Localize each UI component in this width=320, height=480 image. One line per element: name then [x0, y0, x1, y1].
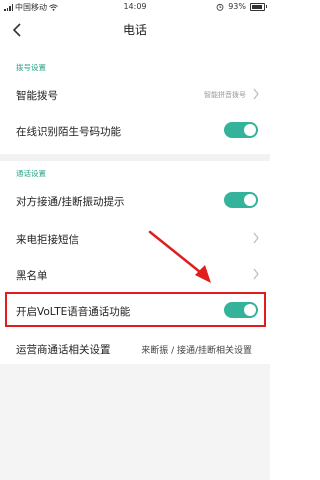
- row-smart-dial[interactable]: 智能拨号 智能拼音拨号: [0, 75, 270, 113]
- divider: [0, 154, 270, 161]
- section-header-dial: 拨号设置: [16, 63, 46, 72]
- row-label: 运营商通话相关设置: [16, 344, 111, 356]
- status-right: 93%: [216, 2, 267, 11]
- row-label: 黑名单: [16, 270, 48, 282]
- row-label: 对方接通/挂断振动提示: [16, 196, 125, 208]
- highlight-box: [5, 292, 266, 327]
- toggle-knob: [244, 124, 256, 136]
- alarm-icon: [216, 3, 224, 11]
- row-label: 在线识别陌生号码功能: [16, 126, 121, 138]
- row-label: 来电拒接短信: [16, 234, 79, 246]
- title-bar: 电话: [0, 14, 270, 46]
- chevron-right-icon: [253, 268, 259, 280]
- vibrate-toggle[interactable]: [224, 192, 258, 208]
- online-id-toggle[interactable]: [224, 122, 258, 138]
- row-value: 智能拼音拨号: [204, 91, 246, 99]
- row-value: 来断振 / 接通/挂断相关设置: [141, 346, 252, 356]
- section-header-call: 通话设置: [16, 169, 46, 178]
- battery-icon: [250, 2, 267, 11]
- page-title: 电话: [122, 23, 147, 37]
- battery-percent: 93%: [228, 2, 246, 11]
- row-carrier-settings[interactable]: 运营商通话相关设置 来断振 / 接通/挂断相关设置: [0, 329, 270, 367]
- row-label: 智能拨号: [16, 90, 58, 102]
- row-online-id: 在线识别陌生号码功能: [0, 111, 270, 149]
- toggle-knob: [244, 194, 256, 206]
- row-blacklist[interactable]: 黑名单: [0, 255, 270, 293]
- row-vibrate: 对方接通/挂断振动提示: [0, 181, 270, 219]
- chevron-right-icon: [253, 88, 259, 100]
- row-reject-sms[interactable]: 来电拒接短信: [0, 219, 270, 257]
- status-bar: 中国移动 14:09 93%: [0, 0, 270, 14]
- bottom-area: [0, 364, 270, 480]
- chevron-right-icon: [253, 232, 259, 244]
